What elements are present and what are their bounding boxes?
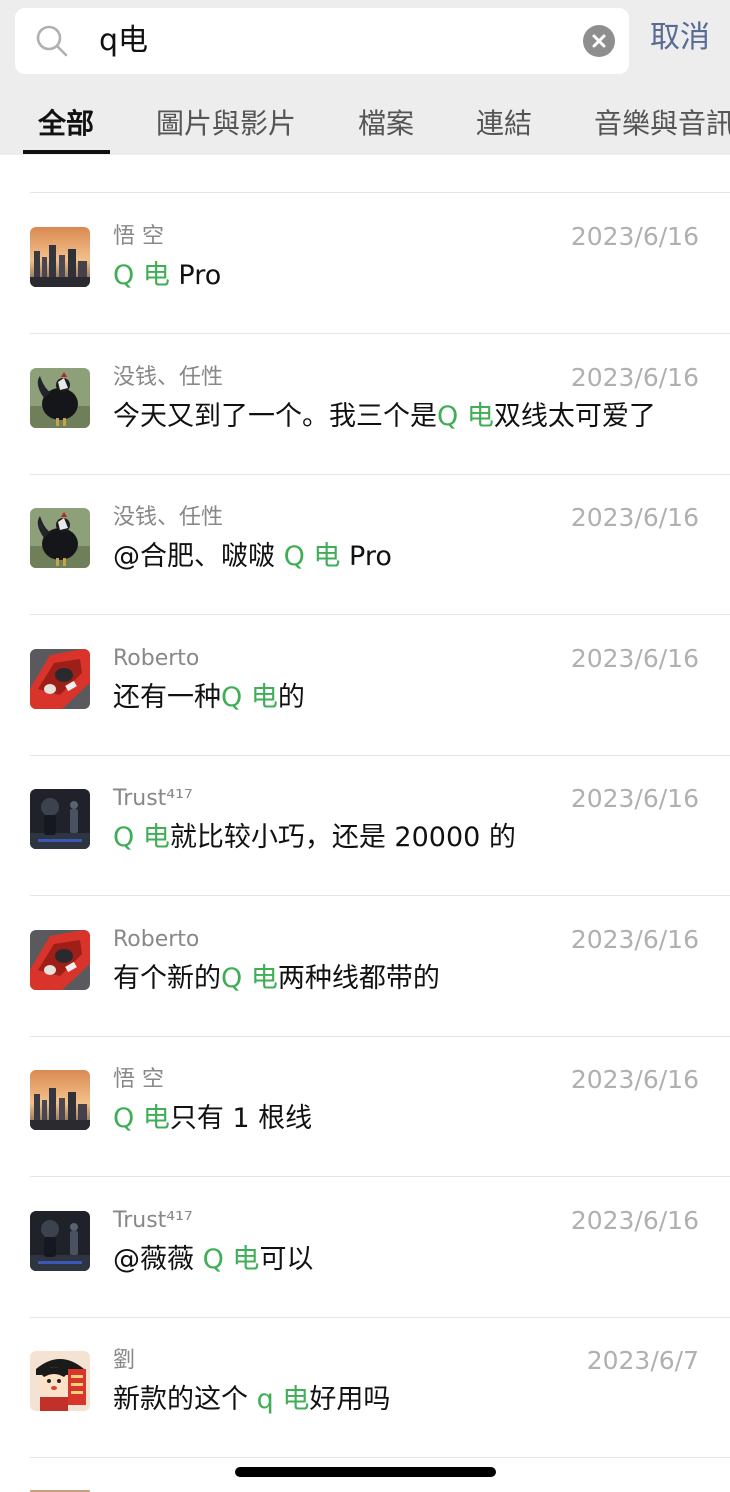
search-highlight: Q 电	[113, 822, 170, 853]
tab-all[interactable]: 全部	[38, 104, 94, 144]
list-item[interactable]: 没钱、任性 2023/6/16 今天又到了一个。我三个是Q 电双线太可爱了	[0, 334, 730, 474]
message-text-before: @合肥、啵啵	[113, 541, 284, 572]
avatar[interactable]	[30, 1070, 90, 1130]
list-item[interactable]: Trust⁴¹⁷ 2023/6/16 @薇薇 Q 电可以	[0, 1177, 730, 1317]
message-text-before: 新款的这个	[113, 1384, 257, 1415]
search-bar[interactable]: q电	[15, 8, 629, 74]
home-indicator	[235, 1467, 496, 1477]
message-text-before: 还有一种	[113, 682, 221, 713]
message-text-after: 的	[277, 682, 305, 713]
sender-name: 没钱、任性	[113, 505, 224, 530]
tab-music-audio[interactable]: 音樂與音訊	[594, 104, 730, 144]
message-date: 2023/6/16	[570, 784, 699, 813]
search-highlight: Q 电	[221, 963, 278, 994]
message-text-before: 今天又到了一个。我三个是	[113, 401, 437, 432]
message-text-after: 只有 1 根线	[169, 1103, 313, 1134]
avatar[interactable]	[30, 508, 90, 568]
tab-files[interactable]: 檔案	[358, 104, 414, 144]
message-text-after: 好用吗	[309, 1384, 391, 1415]
message-text-after: 两种线都带的	[277, 963, 440, 994]
message-text-after: Pro	[340, 541, 392, 572]
divider	[30, 1457, 730, 1458]
sender-name: 悟 空	[113, 1067, 164, 1092]
active-tab-indicator	[23, 150, 110, 154]
avatar[interactable]	[30, 930, 90, 990]
message-date: 2023/6/16	[570, 222, 699, 251]
message-text-after: Pro	[169, 260, 222, 291]
avatar[interactable]	[30, 368, 90, 428]
message-text: @薇薇 Q 电可以	[113, 1241, 313, 1279]
tab-links[interactable]: 連結	[476, 104, 532, 144]
message-date: 2023/6/16	[570, 503, 699, 532]
message-date: 2023/6/16	[570, 1206, 699, 1235]
list-item[interactable]: 悟 空 2023/6/16 Q 电只有 1 根线	[0, 1036, 730, 1176]
search-header: q电 取消 全部 圖片與影片 檔案 連結 音樂與音訊	[0, 0, 730, 155]
sender-name: Roberto	[113, 927, 200, 952]
message-text-after: 双线太可爱了	[493, 401, 656, 432]
message-text: @合肥、啵啵 Q 电 Pro	[113, 538, 392, 576]
search-highlight: Q 电	[283, 541, 341, 572]
message-text-before: @薇薇	[113, 1244, 203, 1275]
avatar[interactable]	[30, 227, 90, 287]
message-text: 新款的这个 q 电好用吗	[113, 1381, 390, 1419]
sender-name: Trust⁴¹⁷	[113, 786, 193, 811]
message-text: Q 电 Pro	[113, 257, 221, 295]
list-item[interactable]: Roberto 2023/6/16 还有一种Q 电的	[0, 615, 730, 755]
message-text-before: 有个新的	[113, 963, 221, 994]
list-item[interactable]: 悟 空 2023/6/16 Q 电 Pro	[0, 193, 730, 333]
avatar[interactable]	[30, 789, 90, 849]
list-item[interactable]: Trust⁴¹⁷ 2023/6/16 Q 电就比较小巧，还是 20000 的	[0, 755, 730, 895]
search-highlight: Q 电	[113, 1103, 170, 1134]
search-highlight: Q 电	[221, 682, 278, 713]
message-date: 2023/6/7	[586, 1346, 699, 1375]
message-text: 今天又到了一个。我三个是Q 电双线太可爱了	[113, 398, 656, 436]
search-highlight: q 电	[256, 1384, 310, 1415]
message-text: Q 电就比较小巧，还是 20000 的	[113, 819, 516, 857]
cancel-button[interactable]: 取消	[650, 18, 710, 58]
close-icon	[592, 34, 606, 48]
sender-name: 悟 空	[113, 224, 164, 249]
message-text-after: 可以	[259, 1244, 314, 1275]
search-input[interactable]: q电	[99, 22, 148, 60]
sender-name: 没钱、任性	[113, 365, 224, 390]
message-date: 2023/6/16	[570, 363, 699, 392]
avatar[interactable]	[30, 1211, 90, 1271]
search-icon	[36, 25, 68, 57]
search-highlight: Q 电	[202, 1244, 260, 1275]
message-date: 2023/6/16	[570, 1065, 699, 1094]
message-text: Q 电只有 1 根线	[113, 1100, 312, 1138]
list-item[interactable]: 劉 2023/6/7 新款的这个 q 电好用吗	[0, 1317, 730, 1457]
message-text: 还有一种Q 电的	[113, 679, 305, 717]
message-date: 2023/6/16	[570, 925, 699, 954]
list-item[interactable]: Roberto 2023/6/16 有个新的Q 电两种线都带的	[0, 896, 730, 1036]
avatar[interactable]	[30, 649, 90, 709]
search-highlight: Q 电	[113, 260, 170, 291]
search-highlight: Q 电	[437, 401, 494, 432]
message-text: 有个新的Q 电两种线都带的	[113, 960, 440, 998]
message-text-after: 就比较小巧，还是 20000 的	[169, 822, 516, 853]
sender-name: 劉	[113, 1348, 136, 1373]
tab-photos-videos[interactable]: 圖片與影片	[156, 104, 296, 144]
sender-name: Roberto	[113, 646, 200, 671]
sender-name: Trust⁴¹⁷	[113, 1208, 193, 1233]
message-date: 2023/6/16	[570, 644, 699, 673]
avatar[interactable]	[30, 1351, 90, 1411]
list-item[interactable]: 没钱、任性 2023/6/16 @合肥、啵啵 Q 电 Pro	[0, 474, 730, 614]
clear-search-button[interactable]	[583, 25, 615, 57]
